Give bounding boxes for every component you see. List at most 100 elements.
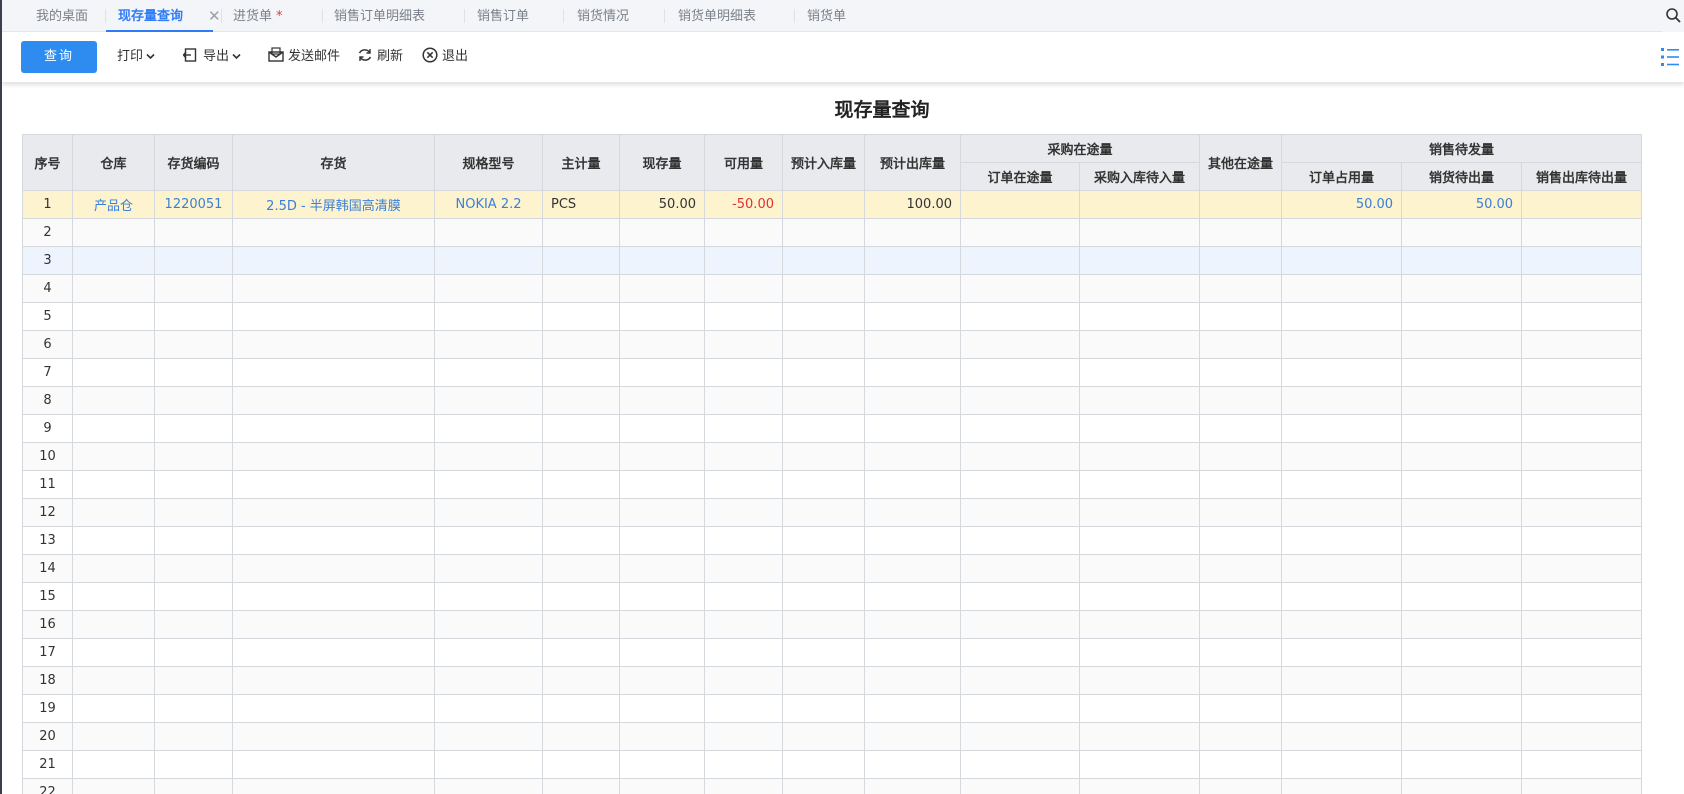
cell-spec (434, 470, 543, 499)
cell-warehouse[interactable]: 产品仓 (72, 190, 155, 219)
table-row[interactable]: 12 (22, 498, 1643, 527)
table-row[interactable]: 9 (22, 414, 1643, 443)
cell-spec (434, 554, 543, 583)
tab-label: 销货单明细表 (678, 9, 757, 24)
refresh-button[interactable]: 刷新 (357, 32, 403, 82)
table-row[interactable]: 13 (22, 526, 1643, 555)
cell-item (232, 526, 435, 555)
cell-other-transit (1199, 666, 1283, 695)
col-header-other-transit[interactable]: 其他在途量 (1199, 134, 1283, 191)
tab-delivery-note[interactable]: 销货单 (807, 0, 846, 32)
cell-unit (542, 554, 620, 583)
col-header-on-hand[interactable]: 现存量 (619, 134, 705, 191)
col-header-unit[interactable]: 主计量 (542, 134, 620, 191)
col-header-spec[interactable]: 规格型号 (434, 134, 543, 191)
cell-available (704, 386, 783, 415)
cell-order-occupied[interactable]: 50.00 (1281, 190, 1403, 219)
cell-sales-pending-out (1521, 218, 1643, 247)
table-row[interactable]: 6 (22, 330, 1643, 359)
tab-delivery-detail[interactable]: 销货单明细表 (678, 0, 756, 32)
cell-unit (542, 274, 620, 303)
cell-item[interactable]: 2.5D - 半屏韩国高清膜 (232, 190, 435, 219)
table-row[interactable]: 14 (22, 554, 1643, 583)
table-row[interactable]: 21 (22, 750, 1643, 779)
cell-index: 19 (22, 694, 73, 723)
col-header-warehouse[interactable]: 仓库 (72, 134, 155, 191)
table-row[interactable]: 20 (22, 722, 1643, 751)
col-header-sales-pending-out[interactable]: 销售出库待出量 (1521, 162, 1643, 191)
table-row[interactable]: 16 (22, 610, 1643, 639)
close-icon[interactable]: ✕ (208, 0, 221, 33)
table-row[interactable]: 2 (22, 218, 1643, 247)
cell-spec (434, 302, 543, 331)
col-header-expected-out[interactable]: 预计出库量 (864, 134, 962, 191)
col-header-purchase-pending-in[interactable]: 采购入库待入量 (1079, 162, 1201, 191)
mail-icon (268, 35, 284, 62)
tab-purchase-receipt[interactable]: 进货单 * (233, 0, 283, 32)
table-row[interactable]: 4 (22, 274, 1643, 303)
cell-sales-pending-out (1521, 498, 1643, 527)
send-mail-button[interactable]: 发送邮件 (268, 32, 340, 82)
col-header-order-transit[interactable]: 订单在途量 (960, 162, 1081, 191)
cell-index: 1 (22, 190, 73, 219)
col-header-item[interactable]: 存货 (232, 134, 435, 191)
table-row[interactable]: 7 (22, 358, 1643, 387)
tab-stock-query[interactable]: 现存量查询 ✕ (105, 0, 221, 32)
table-row[interactable]: 18 (22, 666, 1643, 695)
cell-item (232, 442, 435, 471)
col-header-order-occupied[interactable]: 订单占用量 (1281, 162, 1403, 191)
cell-warehouse (72, 274, 155, 303)
cell-delivery-pending-out (1401, 638, 1523, 667)
tab-my-desktop[interactable]: 我的桌面 (36, 0, 88, 32)
cell-order-occupied (1281, 386, 1403, 415)
cell-item-code (154, 386, 233, 415)
cell-item-code (154, 246, 233, 275)
col-header-delivery-pending-out[interactable]: 销货待出量 (1401, 162, 1523, 191)
cell-item (232, 498, 435, 527)
table-row[interactable]: 1 产品仓 1220051 2.5D - 半屏韩国高清膜 NOKIA 2.2 PCS 50.… (22, 190, 1643, 219)
list-menu-icon[interactable] (1660, 45, 1680, 69)
cell-on-hand (619, 582, 705, 611)
col-header-expected-in[interactable]: 预计入库量 (781, 134, 866, 191)
tab-sales-order[interactable]: 销售订单 (477, 0, 529, 32)
cell-order-transit (960, 638, 1081, 667)
cell-sales-pending-out (1521, 610, 1643, 639)
cell-available: -50.00 (704, 190, 783, 219)
table-row[interactable]: 5 (22, 302, 1643, 331)
search-icon[interactable] (1662, 0, 1684, 32)
print-button[interactable]: 打印 (117, 32, 155, 82)
cell-item-code (154, 778, 233, 794)
table-row[interactable]: 8 (22, 386, 1643, 415)
cell-delivery-pending-out (1401, 582, 1523, 611)
table-row[interactable]: 15 (22, 582, 1643, 611)
cell-available (704, 666, 783, 695)
table-row[interactable]: 19 (22, 694, 1643, 723)
tab-sales-status[interactable]: 销货情况 (577, 0, 629, 32)
exit-button[interactable]: 退出 (422, 32, 468, 82)
cell-sales-pending-out (1521, 666, 1643, 695)
export-button[interactable]: 导出 (182, 32, 241, 82)
cell-order-occupied (1281, 274, 1403, 303)
cell-item-code[interactable]: 1220051 (154, 190, 233, 219)
cell-purchase-pending-in (1079, 638, 1201, 667)
cell-delivery-pending-out[interactable]: 50.00 (1401, 190, 1523, 219)
chevron-down-icon (146, 33, 155, 83)
cell-available (704, 302, 783, 331)
table-row[interactable]: 11 (22, 470, 1643, 499)
query-button[interactable]: 查询 (21, 41, 97, 73)
col-header-item-code[interactable]: 存货编码 (154, 134, 233, 191)
cell-warehouse (72, 750, 155, 779)
cell-expected-out (864, 694, 962, 723)
tab-sales-order-detail[interactable]: 销售订单明细表 (334, 0, 425, 32)
cell-sales-pending-out (1521, 246, 1643, 275)
cell-item-code (154, 498, 233, 527)
cell-spec[interactable]: NOKIA 2.2 (434, 190, 543, 219)
col-header-available[interactable]: 可用量 (704, 134, 783, 191)
cell-delivery-pending-out (1401, 554, 1523, 583)
cell-index: 9 (22, 414, 73, 443)
col-header-index[interactable]: 序号 (22, 134, 73, 191)
table-row[interactable]: 3 (22, 246, 1643, 275)
table-row[interactable]: 22 (22, 778, 1643, 794)
table-row[interactable]: 10 (22, 442, 1643, 471)
table-row[interactable]: 17 (22, 638, 1643, 667)
